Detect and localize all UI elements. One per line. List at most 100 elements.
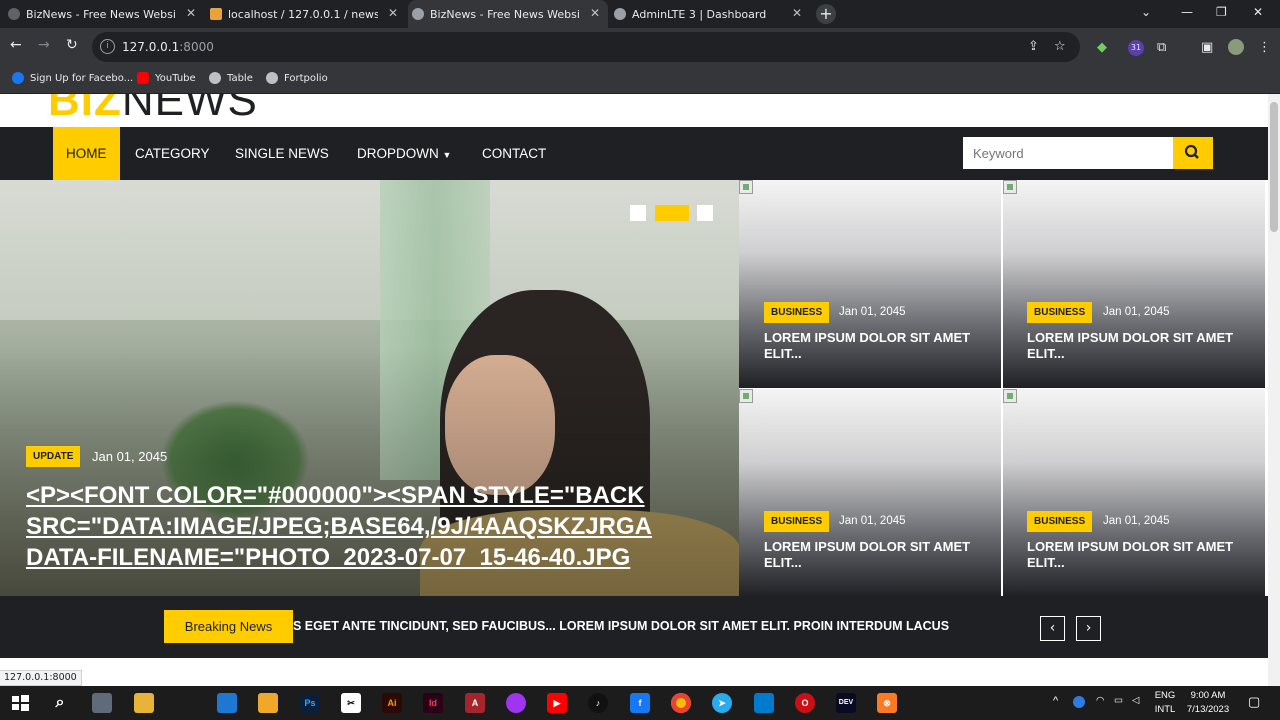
extensions-puzzle-icon[interactable]: ⧉	[1157, 40, 1166, 55]
category-badge[interactable]: BUSINESS	[764, 302, 830, 323]
chevron-left-icon: ‹	[1049, 620, 1056, 636]
tab-search-icon[interactable]: ⌄	[1141, 5, 1151, 19]
maximize-button[interactable]: ❐	[1216, 5, 1227, 19]
close-window-button[interactable]: ✕	[1253, 5, 1263, 19]
share-icon[interactable]: ⇪	[1028, 39, 1039, 54]
illustrator-icon[interactable]: Ai	[382, 693, 402, 713]
xampp-icon[interactable]: ⊗	[877, 693, 897, 713]
card-title-link[interactable]: LOREM IPSUM DOLOR SIT AMET ELIT...	[1027, 539, 1247, 571]
opera-icon[interactable]: O	[795, 693, 815, 713]
nav-home[interactable]: HOME	[53, 127, 120, 180]
close-tab-icon[interactable]: ✕	[590, 6, 600, 20]
clock[interactable]: 9:00 AM 7/13/2023	[1180, 690, 1236, 715]
tab-biznews-1[interactable]: BizNews - Free News Website T ✕	[4, 0, 204, 28]
search-button[interactable]	[1173, 137, 1213, 169]
scrollbar-thumb[interactable]	[1270, 102, 1278, 232]
telegram-icon[interactable]: ➤	[712, 693, 732, 713]
nav-contact[interactable]: CONTACT	[469, 127, 559, 180]
category-badge[interactable]: BUSINESS	[764, 511, 830, 532]
app-icon[interactable]	[258, 693, 278, 713]
close-tab-icon[interactable]: ✕	[792, 6, 802, 20]
photoshop-icon[interactable]: Ps	[300, 693, 320, 713]
windows-start-icon[interactable]	[10, 693, 30, 713]
hero-category-badge[interactable]: UPDATE	[26, 446, 81, 467]
back-icon[interactable]: ←	[10, 37, 22, 53]
file-explorer-icon[interactable]	[134, 693, 154, 713]
news-card-4[interactable]: BUSINESS Jan 01, 2045 LOREM IPSUM DOLOR …	[1003, 389, 1265, 597]
site-logo[interactable]: BIZNEWS	[48, 94, 258, 126]
extension-icon[interactable]: ◆	[1097, 40, 1107, 55]
news-card-2[interactable]: BUSINESS Jan 01, 2045 LOREM IPSUM DOLOR …	[1003, 180, 1265, 388]
carousel-dot-1[interactable]	[630, 205, 646, 221]
globe-icon	[614, 8, 626, 20]
card-date: Jan 01, 2045	[1103, 306, 1170, 318]
youtube-icon[interactable]: ▶	[547, 693, 567, 713]
profile-avatar[interactable]	[1228, 39, 1244, 55]
tiktok-icon[interactable]: ♪	[588, 693, 608, 713]
wifi-icon[interactable]: ◠	[1096, 695, 1104, 706]
page-scrollbar[interactable]	[1268, 94, 1280, 686]
new-tab-button[interactable]: +	[816, 4, 836, 24]
globe-icon	[209, 72, 221, 84]
bookmark-youtube[interactable]: YouTube	[137, 72, 196, 84]
broken-image-icon	[1003, 389, 1017, 403]
close-tab-icon[interactable]: ✕	[388, 6, 398, 20]
news-card-1[interactable]: BUSINESS Jan 01, 2045 LOREM IPSUM DOLOR …	[739, 180, 1001, 388]
carousel-dot-3[interactable]	[697, 205, 713, 221]
side-panel-icon[interactable]: ▣	[1201, 40, 1213, 55]
vscode-icon[interactable]	[754, 693, 774, 713]
card-title-link[interactable]: LOREM IPSUM DOLOR SIT AMET ELIT...	[764, 539, 984, 571]
notifications-icon[interactable]: ▢	[1248, 694, 1260, 710]
extension-badge-icon[interactable]: 31	[1128, 40, 1144, 56]
bookmark-fortpolio[interactable]: Fortpolio	[266, 72, 328, 84]
globe-icon	[412, 8, 424, 20]
hero-title-link[interactable]: <P><FONT COLOR="#000000"><SPAN STYLE="BA…	[26, 480, 739, 573]
ticker-next-button[interactable]: ›	[1076, 616, 1101, 641]
news-card-3[interactable]: BUSINESS Jan 01, 2045 LOREM IPSUM DOLOR …	[739, 389, 1001, 597]
close-tab-icon[interactable]: ✕	[186, 6, 196, 20]
reload-icon[interactable]: ↻	[66, 37, 78, 53]
messenger-icon[interactable]	[506, 693, 526, 713]
language-indicator[interactable]: ENG INTL	[1152, 690, 1178, 715]
tab-biznews-active[interactable]: BizNews - Free News Website T ✕	[408, 0, 608, 28]
breaking-news-ticker[interactable]: S EGET ANTE TINCIDUNT, SED FAUCIBUS... L…	[293, 610, 1033, 643]
nav-category[interactable]: CATEGORY	[122, 127, 223, 180]
search-input[interactable]	[963, 137, 1173, 169]
bookmark-table[interactable]: Table	[209, 72, 253, 84]
address-bar[interactable]: i 127.0.0.1:8000 ⇪ ☆	[92, 32, 1080, 62]
hero-date: Jan 01, 2045	[92, 449, 168, 464]
access-icon[interactable]: A	[465, 693, 485, 713]
capcut-icon[interactable]: ✂	[341, 693, 361, 713]
dev-icon[interactable]: DEV	[836, 693, 856, 713]
carousel-dot-2[interactable]	[655, 205, 689, 221]
indesign-icon[interactable]: Id	[423, 693, 443, 713]
tray-chevron-icon[interactable]: ^	[1053, 695, 1058, 707]
menu-kebab-icon[interactable]: ⋮	[1258, 40, 1271, 55]
search-icon[interactable]: ⌕	[50, 693, 70, 713]
category-badge[interactable]: BUSINESS	[1027, 511, 1093, 532]
card-title-link[interactable]: LOREM IPSUM DOLOR SIT AMET ELIT...	[764, 330, 984, 362]
chrome-icon[interactable]	[671, 693, 691, 713]
volume-icon[interactable]: ◁	[1132, 695, 1139, 706]
mail-icon[interactable]	[217, 693, 237, 713]
forward-icon[interactable]: →	[38, 37, 50, 53]
card-title-link[interactable]: LOREM IPSUM DOLOR SIT AMET ELIT...	[1027, 330, 1247, 362]
minimize-button[interactable]: —	[1181, 5, 1193, 19]
tab-adminlte[interactable]: AdminLTE 3 | Dashboard ✕	[610, 0, 810, 28]
broken-image-icon	[739, 180, 753, 194]
facebook-icon[interactable]: f	[630, 693, 650, 713]
tab-phpmyadmin[interactable]: localhost / 127.0.0.1 / news_we ✕	[206, 0, 406, 28]
battery-icon[interactable]: ▭	[1114, 695, 1123, 706]
nav-dropdown[interactable]: DROPDOWN ▼	[344, 127, 464, 180]
camera-app-icon[interactable]	[92, 693, 112, 713]
bookmark-facebook[interactable]: Sign Up for Facebo...	[12, 72, 133, 84]
tray-app-icon[interactable]	[1073, 696, 1085, 708]
breaking-news-bar: Breaking News S EGET ANTE TINCIDUNT, SED…	[0, 596, 1268, 658]
nav-single-news[interactable]: SINGLE NEWS	[222, 127, 342, 180]
browser-toolbar: ← → ↻ i 127.0.0.1:8000 ⇪ ☆ ◆ 31 ⧉ ▣ ⋮	[0, 28, 1280, 66]
category-badge[interactable]: BUSINESS	[1027, 302, 1093, 323]
hero-carousel[interactable]: UPDATE Jan 01, 2045 <P><FONT COLOR="#000…	[0, 180, 739, 596]
bookmark-star-icon[interactable]: ☆	[1054, 39, 1066, 54]
ticker-prev-button[interactable]: ‹	[1040, 616, 1065, 641]
site-info-icon[interactable]: i	[100, 39, 115, 54]
